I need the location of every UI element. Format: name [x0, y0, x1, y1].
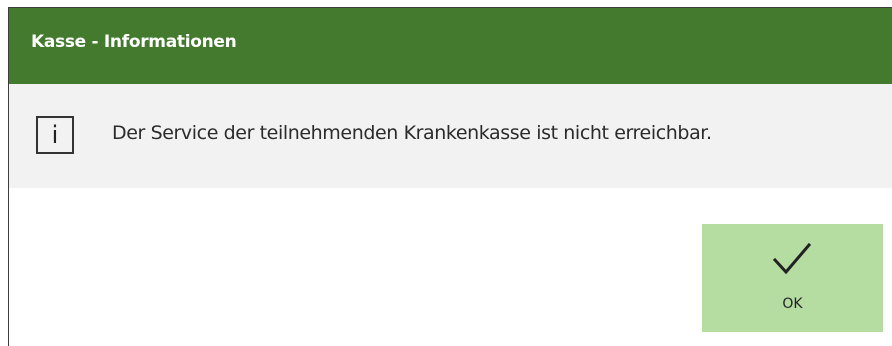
dialog-title: Kasse - Informationen: [31, 32, 237, 52]
checkmark-icon: [772, 242, 812, 275]
message-text: Der Service der teilnehmenden Krankenkas…: [112, 122, 712, 144]
ok-button[interactable]: OK: [702, 224, 883, 332]
message-area: i Der Service der teilnehmenden Krankenk…: [9, 84, 892, 188]
ok-button-label: OK: [782, 296, 803, 312]
info-icon: i: [36, 116, 74, 154]
dialog-titlebar: Kasse - Informationen: [9, 8, 892, 84]
info-icon-glyph: i: [51, 121, 59, 149]
dialog: Kasse - Informationen i Der Service der …: [8, 7, 892, 346]
